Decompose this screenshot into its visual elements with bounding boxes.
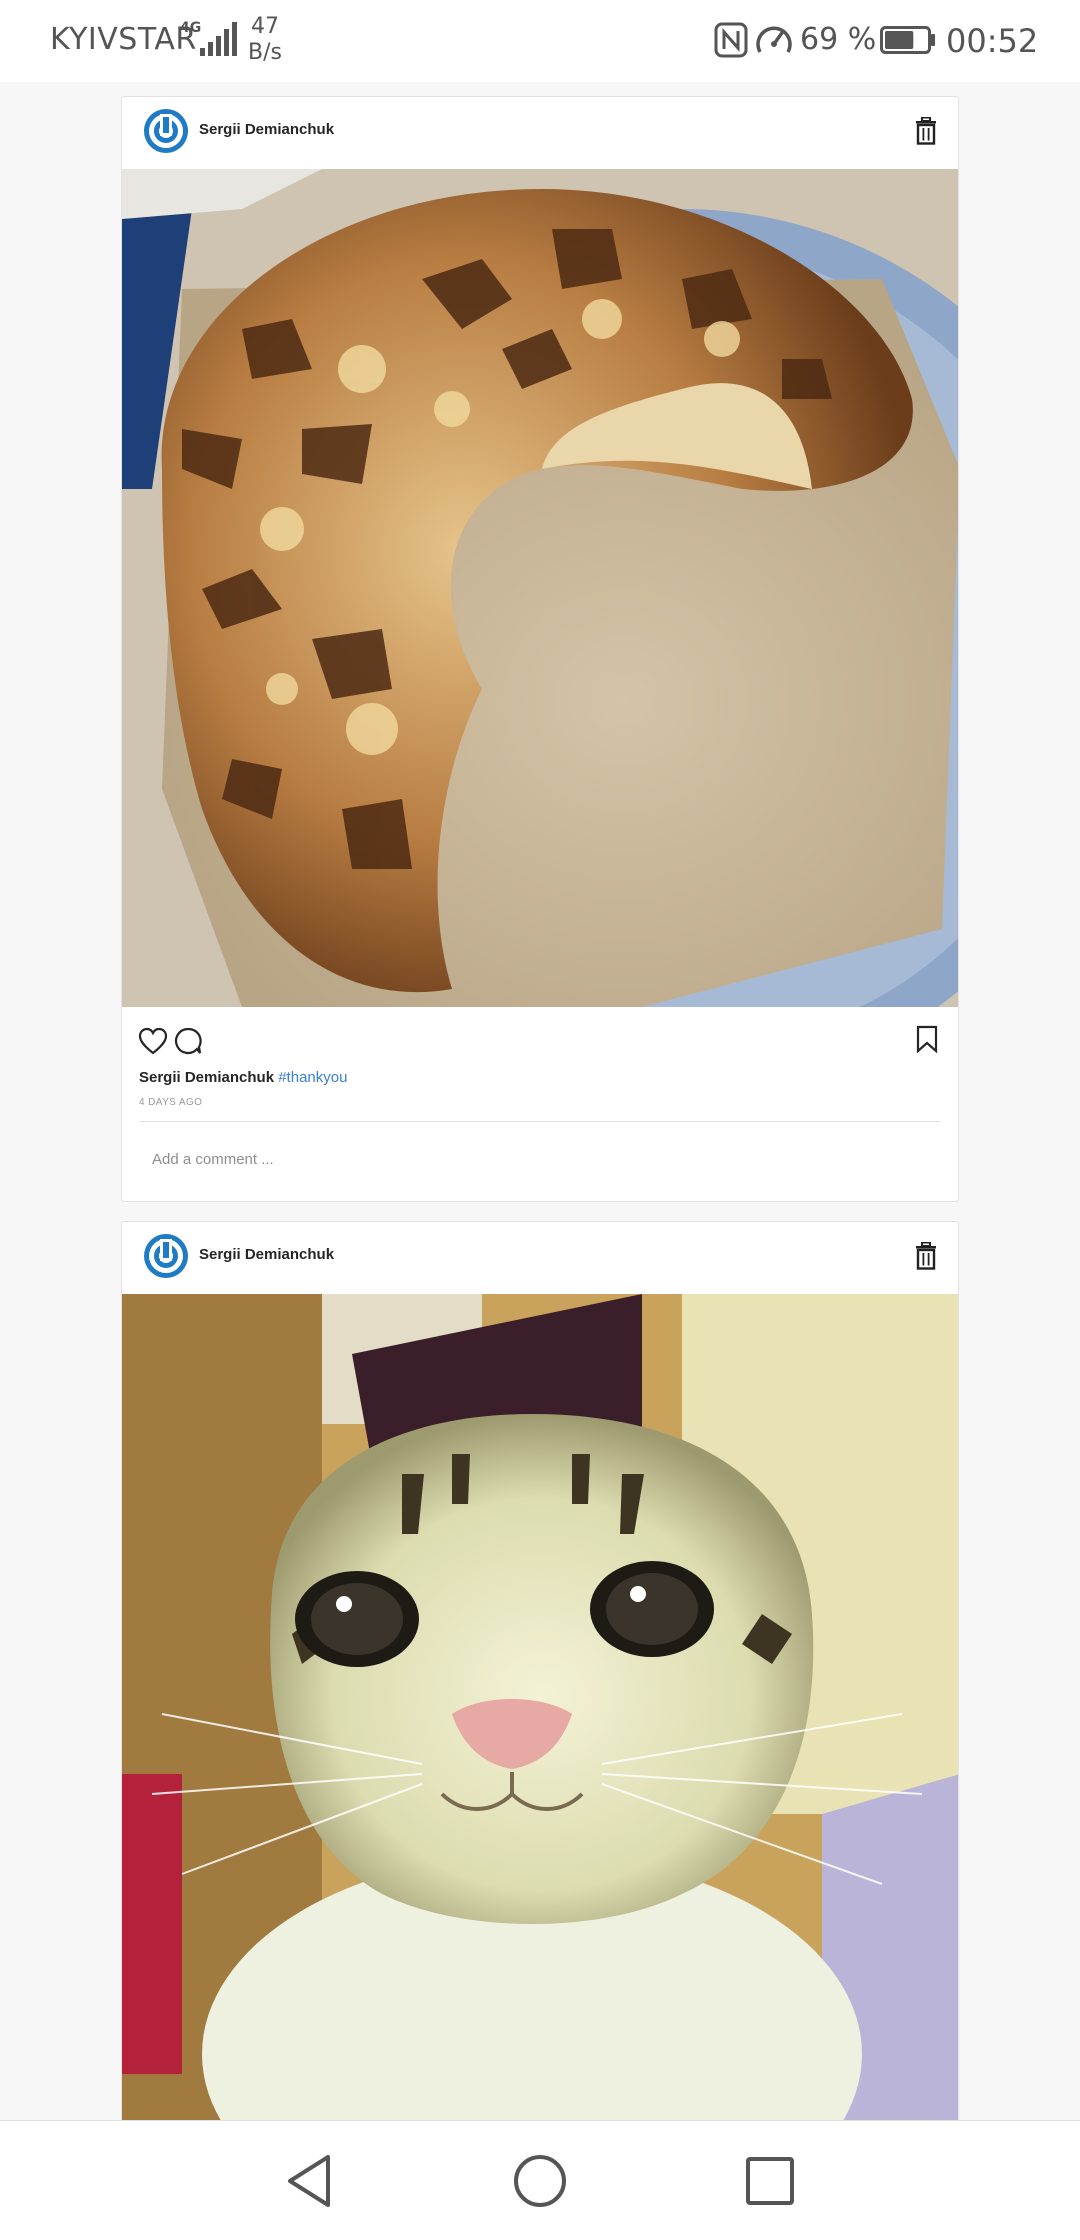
avatar[interactable]	[144, 1234, 188, 1278]
post-username[interactable]: Sergii Demianchuk	[199, 121, 334, 138]
performance-icon	[756, 26, 792, 53]
speed-unit: B/s	[248, 40, 282, 65]
post-timestamp: 4 DAYS AGO	[139, 1097, 203, 1108]
speed-value: 47	[250, 14, 279, 39]
signal-icon	[200, 22, 237, 56]
post-photo-smiling-cat	[122, 1294, 958, 2132]
post-photo-apple-cake	[122, 169, 958, 1007]
carrier-name: KYIVSTAR	[50, 22, 197, 57]
avatar[interactable]	[144, 109, 188, 153]
comment-row	[122, 1122, 958, 1194]
post-actions	[122, 1007, 958, 1067]
heart-icon[interactable]	[138, 1027, 168, 1055]
bookmark-icon[interactable]	[916, 1025, 938, 1053]
network-speed: 47 B/s	[248, 14, 282, 66]
post-card: Sergii Demianchuk	[121, 96, 959, 1202]
comment-input[interactable]	[152, 1146, 912, 1172]
hashtag-link[interactable]: #thankyou	[278, 1069, 347, 1086]
trash-icon[interactable]	[914, 117, 938, 145]
status-bar: KYIVSTAR 4G 47 B/s 69 % 00:52	[0, 0, 1080, 82]
post-username[interactable]: Sergii Demianchuk	[199, 1246, 334, 1263]
system-nav-bar	[0, 2120, 1080, 2240]
battery-icon	[880, 26, 935, 54]
caption-username[interactable]: Sergii Demianchuk	[139, 1069, 274, 1086]
battery-percent: 69 %	[800, 22, 877, 57]
home-icon[interactable]	[510, 2151, 570, 2211]
clock: 00:52	[946, 22, 1039, 60]
comment-icon[interactable]	[174, 1027, 202, 1055]
post-card: Sergii Demianchuk	[121, 1221, 959, 2141]
post-caption: Sergii Demianchuk #thankyou	[122, 1067, 958, 1093]
post-header: Sergii Demianchuk	[122, 1222, 958, 1294]
trash-icon[interactable]	[914, 1242, 938, 1270]
nfc-icon	[714, 22, 748, 58]
post-header: Sergii Demianchuk	[122, 97, 958, 169]
back-icon[interactable]	[280, 2151, 340, 2211]
network-type: 4G	[180, 20, 202, 36]
recents-icon[interactable]	[740, 2151, 800, 2211]
